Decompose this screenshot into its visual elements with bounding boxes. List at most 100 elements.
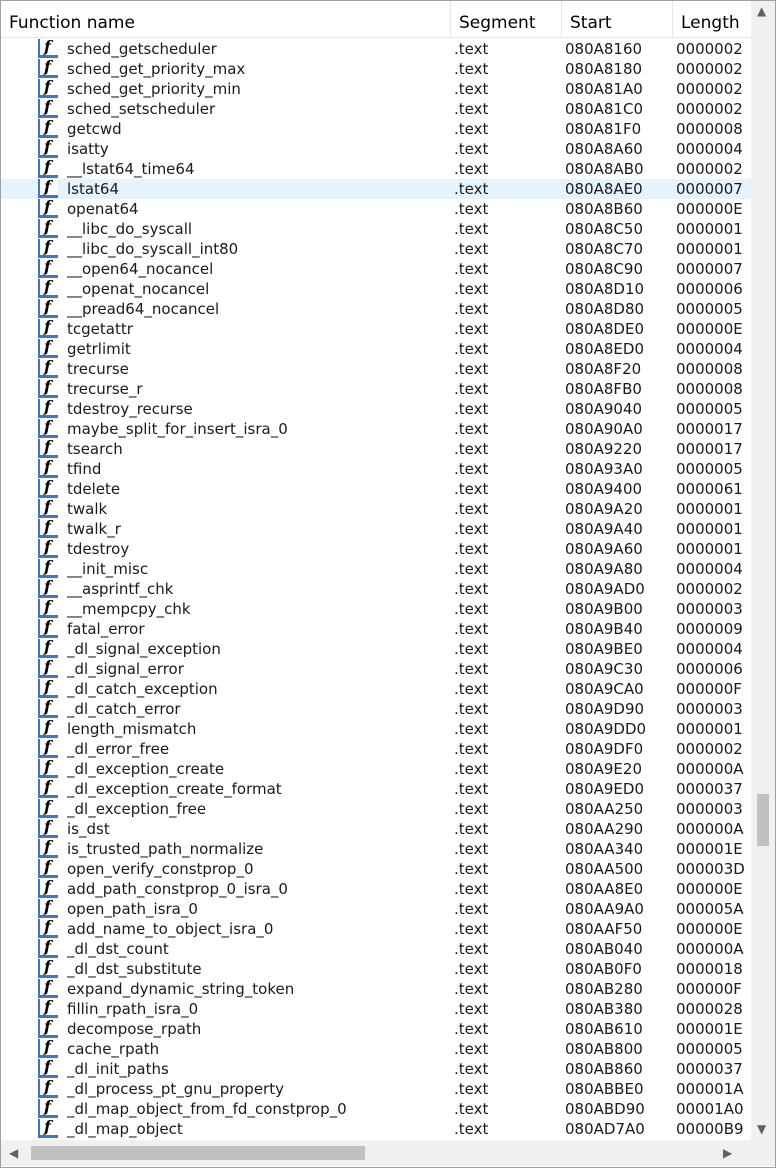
function-icon: f bbox=[38, 757, 58, 778]
horizontal-scrollbar[interactable]: ◀ ▶ bbox=[1, 1140, 751, 1166]
table-row[interactable]: f lstat64 .text 080A8AE0 0000007 bbox=[1, 177, 751, 199]
segment-cell: .text bbox=[454, 760, 489, 778]
table-row[interactable]: f _dl_dst_count .text 080AB040 000000A bbox=[1, 937, 751, 959]
table-row[interactable]: f open_verify_constprop_0 .text 080AA500 000… bbox=[1, 857, 751, 879]
table-row[interactable]: f __open64_nocancel .text 080A8C90 0000007 bbox=[1, 257, 751, 279]
table-row[interactable]: f _dl_catch_exception .text 080A9CA0 000000F bbox=[1, 677, 751, 699]
table-row[interactable]: f tdestroy_recurse .text 080A9040 0000005 bbox=[1, 397, 751, 419]
scroll-left-icon[interactable]: ◀ bbox=[9, 1147, 18, 1159]
segment-cell: .text bbox=[454, 500, 489, 518]
table-row[interactable]: f __lstat64_time64 .text 080A8AB0 0000002 bbox=[1, 157, 751, 179]
column-header-segment[interactable]: Segment bbox=[451, 1, 561, 37]
table-row[interactable]: f getcwd .text 080A81F0 0000008 bbox=[1, 117, 751, 139]
function-name: is_trusted_path_normalize bbox=[67, 840, 264, 858]
table-row[interactable]: f sched_get_priority_max .text 080A8180 0000… bbox=[1, 57, 751, 79]
table-row[interactable]: f maybe_split_for_insert_isra_0 .text 080A9… bbox=[1, 417, 751, 439]
start-address-cell: 080A93A0 bbox=[565, 460, 643, 478]
function-name: sched_get_priority_max bbox=[67, 60, 246, 78]
table-row[interactable]: f _dl_signal_error .text 080A9C30 0000006 bbox=[1, 657, 751, 679]
horizontal-scroll-thumb[interactable] bbox=[31, 1146, 365, 1160]
function-icon-glyph: f bbox=[44, 437, 51, 456]
function-icon: f bbox=[38, 217, 58, 238]
table-row[interactable]: f __mempcpy_chk .text 080A9B00 0000003 bbox=[1, 597, 751, 619]
table-row[interactable]: f tdelete .text 080A9400 0000061 bbox=[1, 477, 751, 499]
table-row[interactable]: f openat64 .text 080A8B60 000000E bbox=[1, 197, 751, 219]
function-icon: f bbox=[38, 637, 58, 658]
table-row[interactable]: f _dl_signal_exception .text 080A9BE0 000000… bbox=[1, 637, 751, 659]
table-row[interactable]: f trecurse_r .text 080A8FB0 0000008 bbox=[1, 377, 751, 399]
table-row[interactable]: f isatty .text 080A8A60 0000004 bbox=[1, 137, 751, 159]
column-header-length[interactable]: Length bbox=[673, 1, 751, 37]
table-row[interactable]: f tfind .text 080A93A0 0000005 bbox=[1, 457, 751, 479]
table-row[interactable]: f _dl_catch_error .text 080A9D90 0000003 bbox=[1, 697, 751, 719]
table-row[interactable]: f tdestroy .text 080A9A60 0000001 bbox=[1, 537, 751, 559]
function-name: add_path_constprop_0_isra_0 bbox=[67, 880, 288, 898]
start-address-cell: 080A9BE0 bbox=[565, 640, 643, 658]
function-icon-glyph: f bbox=[44, 417, 51, 436]
table-row[interactable]: f add_path_constprop_0_isra_0 .text 080AA8E… bbox=[1, 877, 751, 899]
table-row[interactable]: f cache_rpath .text 080AB800 0000005 bbox=[1, 1037, 751, 1059]
table-row[interactable]: f is_trusted_path_normalize .text 080AA340 0… bbox=[1, 837, 751, 859]
table-row[interactable]: f trecurse .text 080A8F20 0000008 bbox=[1, 357, 751, 379]
table-row[interactable]: f decompose_rpath .text 080AB610 000001E bbox=[1, 1017, 751, 1039]
start-address-cell: 080AB860 bbox=[565, 1060, 643, 1078]
table-row[interactable]: f sched_getscheduler .text 080A8160 0000002 bbox=[1, 39, 751, 59]
table-row[interactable]: f tcgetattr .text 080A8DE0 000000E bbox=[1, 317, 751, 339]
table-row[interactable]: f add_name_to_object_isra_0 .text 080AAF50 0… bbox=[1, 917, 751, 939]
table-row[interactable]: f fillin_rpath_isra_0 .text 080AB380 0000028 bbox=[1, 997, 751, 1019]
segment-cell: .text bbox=[454, 860, 489, 878]
scroll-down-icon[interactable]: ▼ bbox=[757, 1123, 766, 1135]
function-name: __libc_do_syscall bbox=[67, 220, 193, 238]
table-row[interactable]: f sched_get_priority_min .text 080A81A0 0000… bbox=[1, 77, 751, 99]
segment-cell: .text bbox=[454, 580, 489, 598]
scroll-up-icon[interactable]: ▲ bbox=[757, 5, 766, 17]
table-row[interactable]: f _dl_map_object .text 080AD7A0 00000B9 bbox=[1, 1117, 751, 1139]
segment-cell: .text bbox=[454, 620, 489, 638]
function-icon: f bbox=[38, 417, 58, 438]
segment-cell: .text bbox=[454, 840, 489, 858]
table-row[interactable]: f __asprintf_chk .text 080A9AD0 0000002 bbox=[1, 577, 751, 599]
function-icon: f bbox=[38, 937, 58, 958]
table-row[interactable]: f _dl_map_object_from_fd_constprop_0 .text… bbox=[1, 1097, 751, 1119]
table-row[interactable]: f open_path_isra_0 .text 080AA9A0 000005A bbox=[1, 897, 751, 919]
table-row[interactable]: f __libc_do_syscall .text 080A8C50 0000001 bbox=[1, 217, 751, 239]
table-row[interactable]: f _dl_error_free .text 080A9DF0 0000002 bbox=[1, 737, 751, 759]
table-row[interactable]: f __pread64_nocancel .text 080A8D80 0000005 bbox=[1, 297, 751, 319]
table-row[interactable]: f _dl_dst_substitute .text 080AB0F0 0000018 bbox=[1, 957, 751, 979]
function-name: _dl_error_free bbox=[67, 740, 170, 758]
table-row[interactable]: f __openat_nocancel .text 080A8D10 0000006 bbox=[1, 277, 751, 299]
table-row[interactable]: f twalk_r .text 080A9A40 0000001 bbox=[1, 517, 751, 539]
table-row[interactable]: f twalk .text 080A9A20 0000001 bbox=[1, 497, 751, 519]
vertical-scrollbar[interactable]: ▲ ▼ bbox=[751, 1, 775, 1140]
column-header-name[interactable]: Function name bbox=[1, 1, 451, 37]
table-row[interactable]: f fatal_error .text 080A9B40 0000009 bbox=[1, 617, 751, 639]
length-cell: 0000017 bbox=[676, 440, 743, 458]
function-list: f sched_getscheduler .text 080A8160 0000002 f… bbox=[1, 39, 751, 1139]
start-address-cell: 080A9E20 bbox=[565, 760, 642, 778]
function-icon: f bbox=[38, 57, 58, 78]
function-name: _dl_dst_substitute bbox=[67, 960, 202, 978]
function-icon-glyph: f bbox=[44, 317, 51, 336]
table-row[interactable]: f _dl_init_paths .text 080AB860 0000037 bbox=[1, 1057, 751, 1079]
table-row[interactable]: f sched_setscheduler .text 080A81C0 0000002 bbox=[1, 97, 751, 119]
table-row[interactable]: f _dl_exception_create_format .text 080A9ED… bbox=[1, 777, 751, 799]
table-row[interactable]: f tsearch .text 080A9220 0000017 bbox=[1, 437, 751, 459]
function-icon-glyph: f bbox=[44, 377, 51, 396]
table-row[interactable]: f is_dst .text 080AA290 000000A bbox=[1, 817, 751, 839]
function-name: __libc_do_syscall_int80 bbox=[67, 240, 239, 258]
column-header-start[interactable]: Start bbox=[562, 1, 672, 37]
table-row[interactable]: f __libc_do_syscall_int80 .text 080A8C70 000… bbox=[1, 237, 751, 259]
table-row[interactable]: f getrlimit .text 080A8ED0 0000004 bbox=[1, 337, 751, 359]
function-icon-glyph: f bbox=[44, 537, 51, 556]
length-cell: 0000004 bbox=[676, 560, 743, 578]
table-row[interactable]: f __init_misc .text 080A9A80 0000004 bbox=[1, 557, 751, 579]
function-icon: f bbox=[38, 837, 58, 858]
scroll-right-icon[interactable]: ▶ bbox=[723, 1147, 732, 1159]
vertical-scroll-thumb[interactable] bbox=[757, 794, 769, 846]
table-row[interactable]: f _dl_exception_free .text 080AA250 0000003 bbox=[1, 797, 751, 819]
table-row[interactable]: f expand_dynamic_string_token .text 080AB28… bbox=[1, 977, 751, 999]
table-row[interactable]: f _dl_process_pt_gnu_property .text 080ABBE… bbox=[1, 1077, 751, 1099]
table-row[interactable]: f _dl_exception_create .text 080A9E20 000000… bbox=[1, 757, 751, 779]
table-row[interactable]: f length_mismatch .text 080A9DD0 0000001 bbox=[1, 717, 751, 739]
segment-cell: .text bbox=[454, 800, 489, 818]
